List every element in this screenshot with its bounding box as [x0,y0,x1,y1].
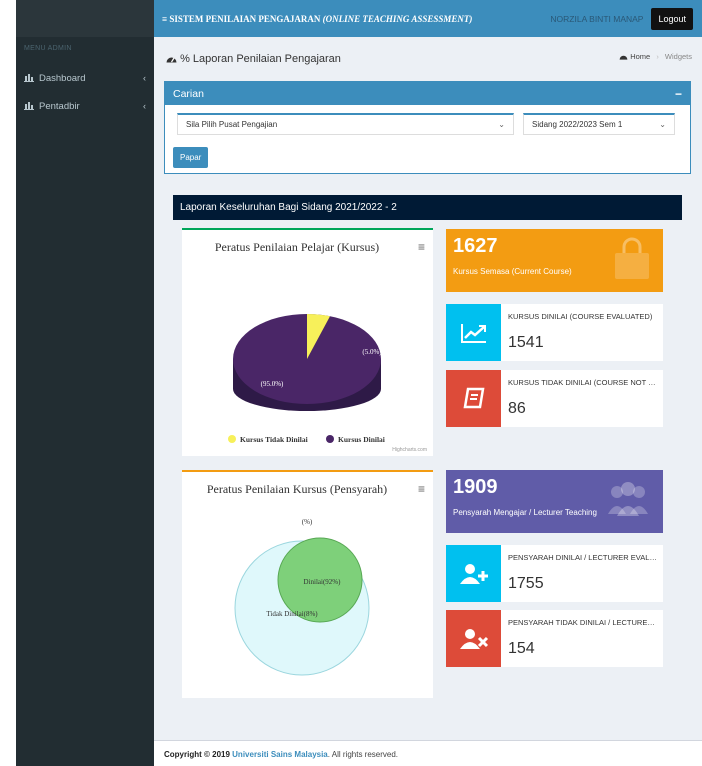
dashboard-icon [166,53,180,65]
sidebar: MENU ADMIN Dashboard ‹ Pentadbir ‹ [16,0,154,766]
sidebar-item-label: Dashboard [39,72,86,84]
lecturers-evaluated-label: PENSYARAH DINILAI / LECTURER EVALUATED [508,553,658,562]
lecturers-not-evaluated-card: PENSYARAH TIDAK DINILAI / LECTURER NOT E… [446,610,663,667]
legend-label-a[interactable]: Kursus Tidak Dinilai [240,435,308,444]
logout-button[interactable]: Logout [651,7,693,30]
slice-label-small: (5.0%) [362,348,382,356]
users-icon [603,478,653,521]
shopping-bag-icon [611,237,653,284]
chart-menu-icon[interactable]: ≡ [418,482,425,496]
lecturers-teaching-count: 1909 [453,476,498,498]
breadcrumb-separator: › [656,52,659,61]
page-title: % Laporan Penilaian Pengajaran [166,53,341,65]
lecturer-pie-card: Peratus Penilaian Kursus (Pensyarah) ≡ (… [182,470,433,698]
legend-dot-yellow [228,435,236,443]
papar-button[interactable]: Papar [173,147,209,168]
courses-evaluated-label: KURSUS DINILAI (COURSE EVALUATED) [508,312,653,321]
search-box: Carian − Sila Pilih Pusat Pengajian ⌄ Si… [164,81,691,174]
centre-select-value: Sila Pilih Pusat Pengajian [186,120,278,129]
outer-label: Tidak Dinilai(8%) [266,610,318,618]
courses-not-evaluated-count: 86 [508,400,526,417]
courses-evaluated-count: 1541 [508,334,544,351]
lecturers-not-evaluated-count: 154 [508,640,535,657]
chevron-down-icon: ⌄ [659,120,666,129]
search-box-title: Carian [173,87,204,100]
lecturers-evaluated-count: 1755 [508,575,544,592]
copyright-suffix: . All rights reserved. [327,750,399,759]
title-main: SISTEM PENILAIAN PENGAJARAN [169,13,321,24]
sidebar-item-label: Pentadbir [39,100,80,112]
lecturers-teaching-label: Pensyarah Mengajar / Lecturer Teaching [453,508,597,517]
courses-not-evaluated-card: KURSUS TIDAK DINILAI (COURSE NOT EVALUAT… [446,370,663,427]
course-pie-card: Peratus Penilaian Pelajar (Kursus) ≡ (5.… [182,228,433,456]
courses-not-evaluated-label: KURSUS TIDAK DINILAI (COURSE NOT EVALUAT… [508,378,658,387]
lecturers-not-evaluated-label: PENSYARAH TIDAK DINILAI / LECTURER NOT E… [508,618,658,627]
line-chart-icon [446,304,501,361]
chevron-left-icon: ‹ [143,73,146,83]
breadcrumb-current: Widgets [664,52,692,61]
chart-title: Peratus Penilaian Pelajar (Kursus) [214,240,380,254]
menu-icon[interactable]: ≡ [162,14,167,24]
book-icon [446,370,501,427]
pie-top-label: (%) [302,518,313,526]
search-box-header: Carian − [165,82,690,105]
title-italic: (ONLINE TEACHING ASSESSMENT) [322,13,473,24]
sidebar-item-pentadbir[interactable]: Pentadbir ‹ [16,92,154,120]
report-header: Laporan Keseluruhan Bagi Sidang 2021/202… [173,195,682,220]
sidebar-header: MENU ADMIN [24,45,72,52]
lecturers-teaching-card: 1909 Pensyarah Mengajar / Lecturer Teach… [446,470,663,533]
user-name[interactable]: NORZILA BINTI MANAP [550,14,643,24]
inner-label: Dinilai(92%) [304,578,342,586]
legend-label-b[interactable]: Kursus Dinilai [338,435,385,444]
main-content: % Laporan Penilaian Pengajaran Home › Wi… [154,37,702,740]
current-course-card: 1627 Kursus Semasa (Current Course) [446,229,663,292]
university-link[interactable]: Universiti Sains Malaysia [232,750,328,759]
centre-select[interactable]: Sila Pilih Pusat Pengajian ⌄ [177,113,514,135]
lecturers-evaluated-card: PENSYARAH DINILAI / LECTURER EVALUATED 1… [446,545,663,602]
top-navbar: ≡ SISTEM PENILAIAN PENGAJARAN (ONLINE TE… [154,0,702,37]
lecturer-pie-chart: (%) Dinilai(92%) Tidak Dinilai(8%) [234,518,370,676]
current-course-label: Kursus Semasa (Current Course) [453,267,572,276]
course-pie-chart: (5.0%) (95.0%) Kursus Tidak Dinilai Kurs… [228,314,385,444]
system-title: ≡ SISTEM PENILAIAN PENGAJARAN (ONLINE TE… [162,14,550,24]
courses-evaluated-card: KURSUS DINILAI (COURSE EVALUATED) 1541 [446,304,663,361]
sidebar-logo-area [16,0,154,37]
sidebar-item-dashboard[interactable]: Dashboard ‹ [16,64,154,92]
user-plus-icon [446,545,501,602]
current-course-count: 1627 [453,235,498,257]
slice-label-big: (95.0%) [261,380,284,388]
page-title-text: % Laporan Penilaian Pengajaran [180,53,341,65]
footer: Copyright © 2019 Universiti Sains Malays… [154,740,702,766]
breadcrumb: Home › Widgets [619,52,692,61]
bar-chart-icon [24,73,34,84]
dashboard-icon [619,52,630,61]
session-select-value: Sidang 2022/2023 Sem 1 [532,120,623,129]
collapse-icon[interactable]: − [675,87,682,101]
chevron-down-icon: ⌄ [498,120,505,129]
legend-dot-purple [326,435,334,443]
breadcrumb-home[interactable]: Home [630,52,650,61]
chart-menu-icon[interactable]: ≡ [418,240,425,254]
chart-title: Peratus Penilaian Kursus (Pensyarah) [206,482,388,496]
copyright-prefix: Copyright © 2019 [164,750,230,759]
user-times-icon [446,610,501,667]
bar-chart-icon [24,101,34,112]
chevron-left-icon: ‹ [143,101,146,111]
session-select[interactable]: Sidang 2022/2023 Sem 1 ⌄ [523,113,675,135]
chart-credits[interactable]: Highcharts.com [392,447,427,453]
